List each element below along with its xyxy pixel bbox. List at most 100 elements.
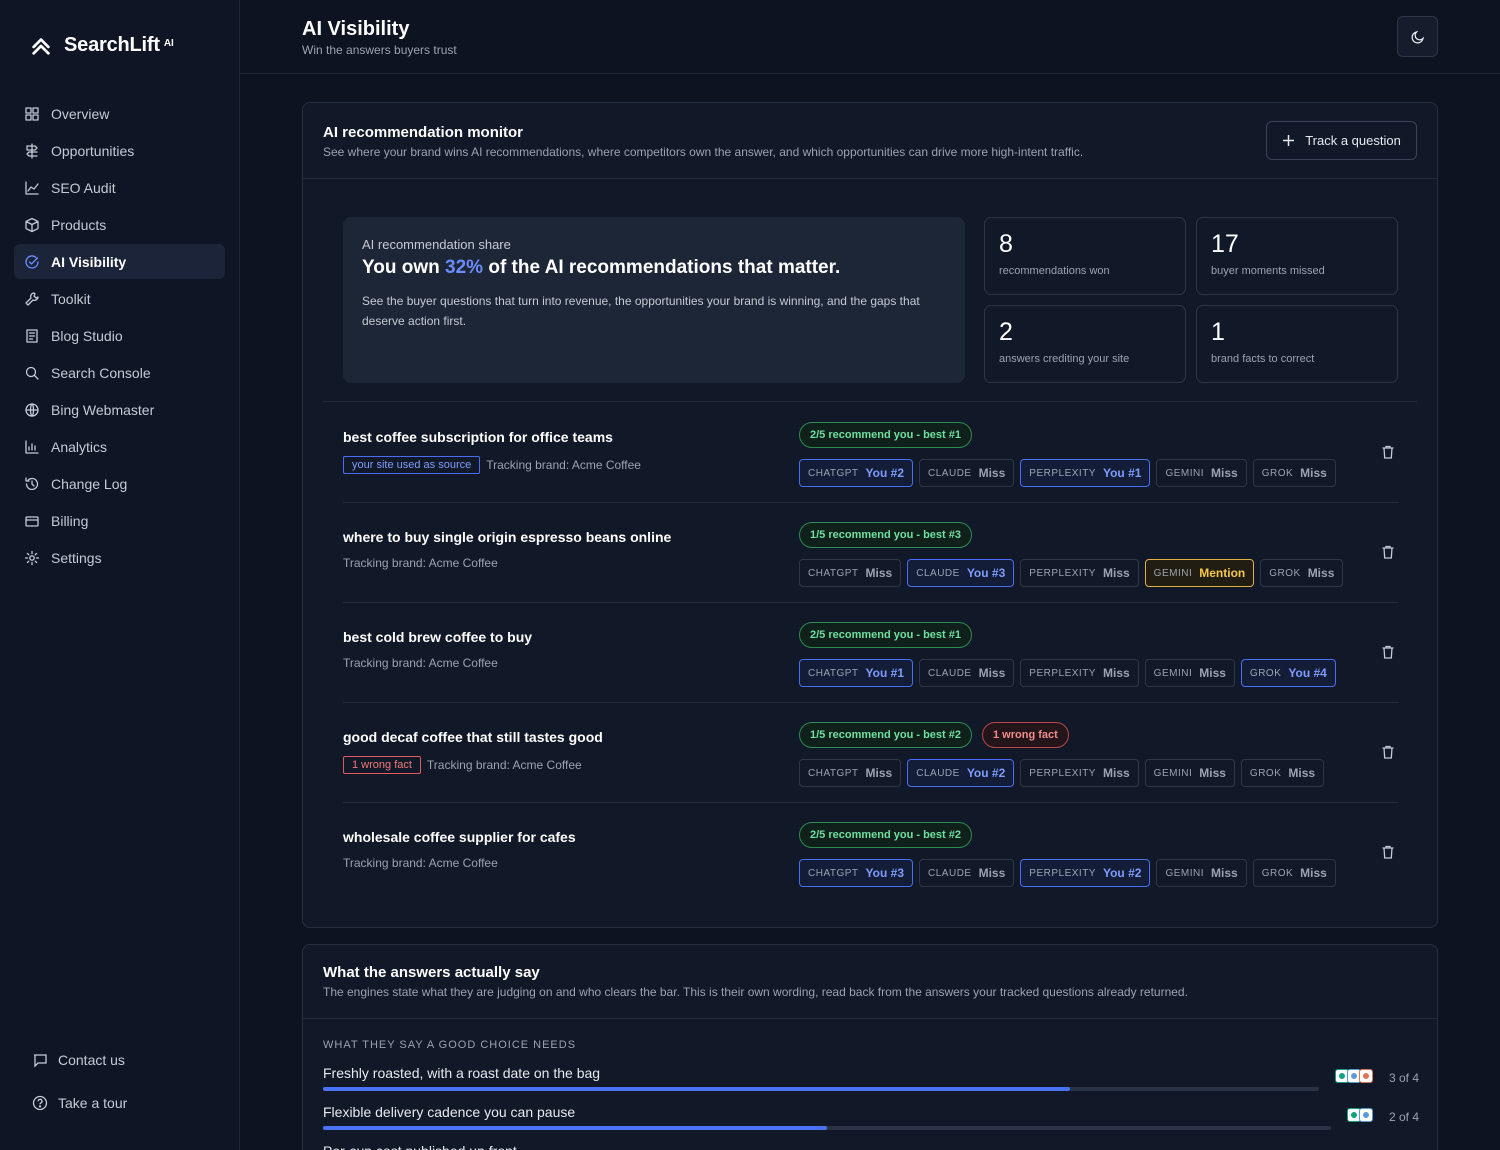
- track-question-button[interactable]: Track a question: [1266, 121, 1417, 160]
- engine-chips: CHATGPT You #1 CLAUDE Miss PERPLEXITY Miss GEM…: [799, 659, 1336, 687]
- take-a-tour-link[interactable]: Take a tour: [22, 1095, 222, 1111]
- trash-icon[interactable]: [1380, 644, 1396, 660]
- engine-name: GEMINI: [1153, 667, 1193, 679]
- tracking-brand: Tracking brand: Acme Coffee: [343, 656, 498, 670]
- signpost-icon: [26, 142, 38, 159]
- headline-post: of the AI recommendations that matter.: [483, 257, 841, 278]
- criterion-row: Per-cup cost published up front: [323, 1143, 1419, 1150]
- engine-result: Miss: [978, 666, 1006, 680]
- question-title[interactable]: best coffee subscription for office team…: [343, 429, 613, 445]
- engine-result: You #2: [966, 766, 1006, 780]
- trash-icon[interactable]: [1380, 544, 1396, 560]
- engine-chip-grok[interactable]: GROK Miss: [1260, 559, 1344, 587]
- sidebar-item-label: Blog Studio: [51, 327, 123, 344]
- criterion-label: Per-cup cost published up front: [323, 1143, 517, 1150]
- trash-icon[interactable]: [1380, 844, 1396, 860]
- sidebar-item-blog-studio[interactable]: Blog Studio: [14, 318, 225, 353]
- engine-chip-gemini[interactable]: GEMINI Miss: [1156, 459, 1247, 487]
- engine-chip-perplexity[interactable]: PERPLEXITY Miss: [1020, 559, 1139, 587]
- sidebar-item-label: Search Console: [51, 364, 151, 381]
- engine-chip-perplexity[interactable]: PERPLEXITY Miss: [1020, 659, 1139, 687]
- tracking-brand: Tracking brand: Acme Coffee: [343, 856, 498, 870]
- sidebar: SearchLift AI Overview Opportunities SEO A…: [0, 0, 240, 1150]
- tracking-brand: Tracking brand: Acme Coffee: [426, 758, 582, 772]
- engine-chip-grok[interactable]: GROK Miss: [1252, 459, 1336, 487]
- contact-us-label: Contact us: [58, 1052, 125, 1068]
- page-subtitle: Win the answers buyers trust: [302, 43, 457, 57]
- stat-value: 17: [1211, 230, 1239, 258]
- contact-us-link[interactable]: Contact us: [22, 1052, 222, 1068]
- engine-chip-gemini[interactable]: GEMINI Miss: [1144, 759, 1235, 787]
- engine-chip-chatgpt[interactable]: CHATGPT You #2: [799, 459, 914, 487]
- engine-chip-chatgpt[interactable]: CHATGPT You #3: [799, 859, 914, 887]
- engine-result: Mention: [1199, 566, 1246, 580]
- engine-chip-perplexity[interactable]: PERPLEXITY Miss: [1020, 759, 1139, 787]
- summary-pills: 2/5 recommend you - best #2: [799, 822, 972, 848]
- question-title[interactable]: best cold brew coffee to buy: [343, 629, 532, 645]
- sidebar-item-toolkit[interactable]: Toolkit: [14, 281, 225, 316]
- sidebar-item-search-console[interactable]: Search Console: [14, 355, 225, 390]
- tracking-brand: Tracking brand: Acme Coffee: [343, 556, 498, 570]
- wrong-fact-tag[interactable]: 1 wrong fact: [343, 756, 421, 774]
- brand[interactable]: SearchLift AI: [30, 34, 174, 57]
- question-title[interactable]: wholesale coffee supplier for cafes: [343, 829, 576, 845]
- chat-icon: [34, 1054, 47, 1068]
- engine-logo-icon: [1359, 1108, 1373, 1122]
- engine-chips: CHATGPT You #2 CLAUDE Miss PERPLEXITY You #1 G…: [799, 459, 1336, 487]
- question-row: good decaf coffee that still tastes good…: [343, 703, 1399, 803]
- sidebar-item-label: SEO Audit: [51, 179, 116, 196]
- trash-icon[interactable]: [1380, 744, 1396, 760]
- trash-icon[interactable]: [1380, 444, 1396, 460]
- sidebar-item-change-log[interactable]: Change Log: [14, 466, 225, 501]
- engine-result: Miss: [978, 866, 1006, 880]
- stat-label: brand facts to correct: [1211, 353, 1315, 365]
- sidebar-item-ai-visibility[interactable]: AI Visibility: [14, 244, 225, 279]
- engine-chip-grok[interactable]: GROK Miss: [1252, 859, 1336, 887]
- share-label: AI recommendation share: [362, 237, 511, 252]
- engine-chip-gemini[interactable]: GEMINI Mention: [1144, 559, 1255, 587]
- engine-name: PERPLEXITY: [1029, 767, 1096, 779]
- sidebar-item-settings[interactable]: Settings: [14, 540, 225, 575]
- engine-chip-claude[interactable]: CLAUDE You #2: [907, 759, 1015, 787]
- sidebar-item-opportunities[interactable]: Opportunities: [14, 133, 225, 168]
- alert-pill[interactable]: 1 wrong fact: [982, 722, 1069, 748]
- sidebar-item-label: Bing Webmaster: [51, 401, 155, 418]
- moon-icon: [1410, 30, 1424, 44]
- summary-pill: 2/5 recommend you - best #1: [799, 622, 972, 648]
- sidebar-item-seo-audit[interactable]: SEO Audit: [14, 170, 225, 205]
- sidebar-item-billing[interactable]: Billing: [14, 503, 225, 538]
- sidebar-item-analytics[interactable]: Analytics: [14, 429, 225, 464]
- criterion-count: 3 of 4: [1388, 1071, 1419, 1085]
- engine-result: Miss: [1102, 566, 1130, 580]
- theme-toggle-button[interactable]: [1397, 16, 1438, 57]
- engine-chip-grok[interactable]: GROK You #4: [1240, 659, 1336, 687]
- card-header: What the answers actually say The engine…: [303, 945, 1437, 1019]
- brand-name: SearchLift: [64, 34, 160, 56]
- engine-chip-claude[interactable]: CLAUDE Miss: [919, 459, 1015, 487]
- engine-name: CLAUDE: [916, 767, 960, 779]
- engine-name: PERPLEXITY: [1029, 467, 1096, 479]
- engine-chip-gemini[interactable]: GEMINI Miss: [1156, 859, 1247, 887]
- sidebar-item-label: Toolkit: [51, 290, 91, 307]
- engine-chip-chatgpt[interactable]: CHATGPT Miss: [799, 559, 902, 587]
- sidebar-item-bing-webmaster[interactable]: Bing Webmaster: [14, 392, 225, 427]
- engine-chip-claude[interactable]: CLAUDE You #3: [907, 559, 1015, 587]
- engine-chip-chatgpt[interactable]: CHATGPT You #1: [799, 659, 914, 687]
- engine-chip-grok[interactable]: GROK Miss: [1240, 759, 1325, 787]
- engine-chip-perplexity[interactable]: PERPLEXITY You #2: [1020, 859, 1151, 887]
- source-tag[interactable]: your site used as source: [343, 456, 481, 474]
- engine-name: CHATGPT: [808, 667, 859, 679]
- engine-chip-claude[interactable]: CLAUDE Miss: [919, 859, 1015, 887]
- engine-name: GROK: [1261, 867, 1294, 879]
- sidebar-item-overview[interactable]: Overview: [14, 96, 225, 131]
- engine-chip-claude[interactable]: CLAUDE Miss: [919, 659, 1015, 687]
- sidebar-item-label: Analytics: [51, 438, 108, 455]
- sidebar-item-products[interactable]: Products: [14, 207, 225, 242]
- engine-chip-chatgpt[interactable]: CHATGPT Miss: [799, 759, 902, 787]
- question-title[interactable]: where to buy single origin espresso bean…: [343, 529, 671, 545]
- card-title: AI recommendation monitor: [323, 124, 524, 141]
- engine-chip-gemini[interactable]: GEMINI Miss: [1144, 659, 1235, 687]
- engine-name: CLAUDE: [916, 567, 960, 579]
- question-title[interactable]: good decaf coffee that still tastes good: [343, 729, 603, 745]
- engine-chip-perplexity[interactable]: PERPLEXITY You #1: [1020, 459, 1151, 487]
